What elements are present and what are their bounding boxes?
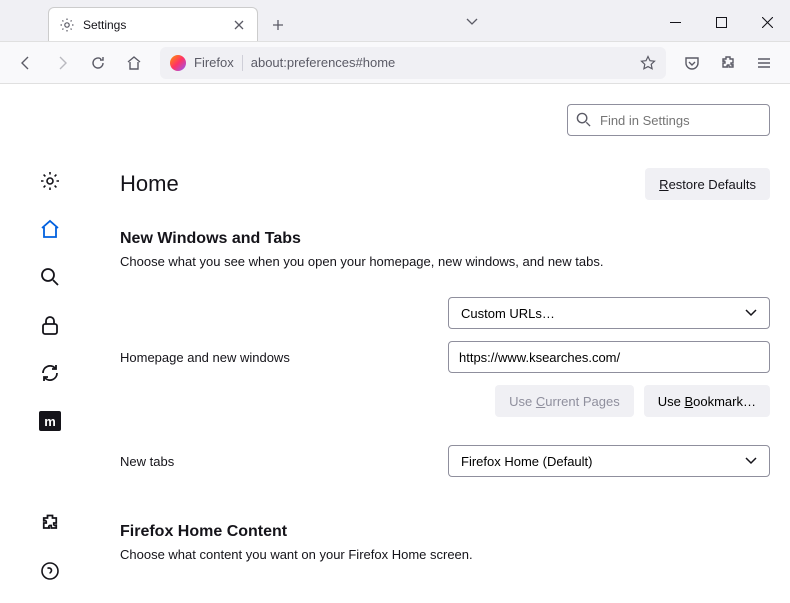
use-bookmark-button[interactable]: Use Bookmark… (644, 385, 770, 417)
chevron-down-icon (745, 309, 757, 317)
sidebar-home-icon[interactable] (38, 217, 62, 241)
minimize-button[interactable] (652, 3, 698, 41)
gear-icon (59, 17, 75, 33)
sidebar-general-icon[interactable] (38, 169, 62, 193)
home-content-heading: Firefox Home Content (120, 523, 770, 541)
new-windows-tabs-heading: New Windows and Tabs (120, 230, 770, 248)
newtabs-label: New tabs (120, 454, 440, 469)
tab-close-button[interactable] (231, 17, 247, 33)
maximize-button[interactable] (698, 3, 744, 41)
homepage-mode-dropdown[interactable]: Custom URLs… (448, 297, 770, 329)
url-bar[interactable]: Firefox about:preferences#home (160, 47, 666, 79)
sidebar-help-icon[interactable] (38, 559, 62, 583)
extensions-button[interactable] (712, 47, 744, 79)
forward-button[interactable] (46, 47, 78, 79)
homepage-url-input[interactable] (448, 341, 770, 373)
pocket-button[interactable] (676, 47, 708, 79)
newtabs-value: Firefox Home (Default) (461, 454, 592, 469)
reload-button[interactable] (82, 47, 114, 79)
newtabs-dropdown[interactable]: Firefox Home (Default) (448, 445, 770, 477)
close-window-button[interactable] (744, 3, 790, 41)
home-content-desc: Choose what content you want on your Fir… (120, 547, 770, 562)
url-text: about:preferences#home (251, 55, 632, 70)
use-current-pages-button: Use Current Pages (495, 385, 634, 417)
bookmark-star-icon[interactable] (640, 55, 656, 71)
url-brand-label: Firefox (194, 55, 234, 70)
sidebar-more-icon[interactable]: m (38, 409, 62, 433)
homepage-label: Homepage and new windows (120, 350, 440, 365)
page-title: Home (120, 171, 179, 197)
back-button[interactable] (10, 47, 42, 79)
sidebar-sync-icon[interactable] (38, 361, 62, 385)
active-tab[interactable]: Settings (48, 7, 258, 41)
search-icon (576, 112, 591, 127)
new-tab-button[interactable] (264, 11, 292, 39)
sidebar-extensions-icon[interactable] (38, 511, 62, 535)
tab-list-button[interactable] (455, 5, 489, 39)
firefox-logo-icon (170, 55, 186, 71)
sidebar-privacy-icon[interactable] (38, 313, 62, 337)
home-button[interactable] (118, 47, 150, 79)
settings-sidebar: m (0, 84, 100, 603)
sidebar-search-icon[interactable] (38, 265, 62, 289)
new-windows-tabs-desc: Choose what you see when you open your h… (120, 254, 770, 269)
app-menu-button[interactable] (748, 47, 780, 79)
chevron-down-icon (745, 457, 757, 465)
tab-title: Settings (83, 18, 223, 32)
find-in-settings-input[interactable] (567, 104, 770, 136)
restore-defaults-button[interactable]: Restore Defaults (645, 168, 770, 200)
homepage-mode-value: Custom URLs… (461, 306, 555, 321)
